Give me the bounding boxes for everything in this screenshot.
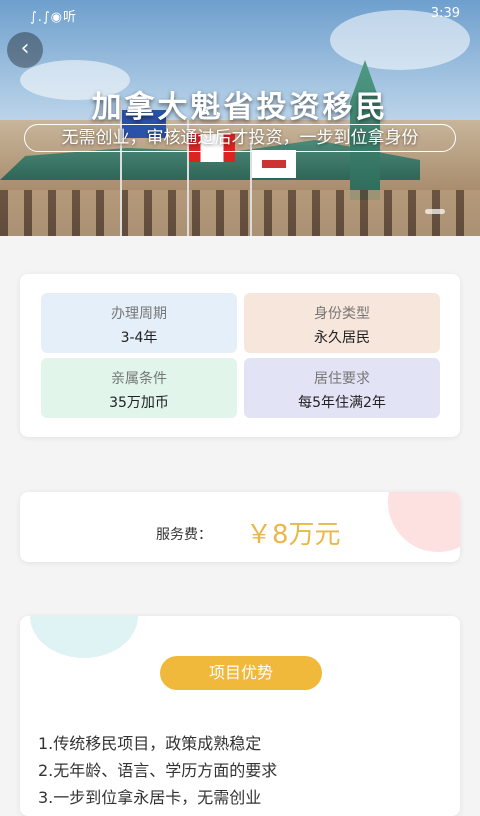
- scroll-indicator: [425, 209, 445, 214]
- list-item: 2.无年龄、语言、学历方面的要求: [38, 761, 278, 780]
- tile-residency-requirement: 居住要求 每5年住满2年: [244, 358, 440, 418]
- decorative-circle: [30, 616, 138, 658]
- back-button[interactable]: ‹: [7, 32, 43, 68]
- tile-processing-time: 办理周期 3-4年: [41, 293, 237, 353]
- advantages-card: 项目优势 1.传统移民项目，政策成熟稳定 2.无年龄、语言、学历方面的要求 3.…: [20, 616, 460, 816]
- decorative-circle: [388, 492, 460, 552]
- chevron-left-icon: ‹: [20, 36, 30, 61]
- fee-label: 服务费：: [156, 527, 212, 543]
- tile-value: 3-4年: [120, 330, 158, 346]
- list-item: 3.一步到位拿永居卡，无需创业: [38, 788, 262, 807]
- status-bar: ∫.∫◉听 3:39: [0, 0, 480, 28]
- status-time: 3:39: [430, 6, 460, 21]
- info-card: 办理周期 3-4年 身份类型 永久居民 亲属条件 35万加币 居住要求 每5年住…: [20, 274, 460, 437]
- tile-value: 35万加币: [109, 395, 169, 411]
- hero-banner: ∫.∫◉听 3:39 ‹ 加拿大魁省投资移民 无需创业，审核通过后才投资，一步到…: [0, 0, 480, 236]
- advantages-list: 1.传统移民项目，政策成熟稳定 2.无年龄、语言、学历方面的要求 3.一步到位拿…: [38, 730, 277, 811]
- hero-subtitle: 无需创业，审核通过后才投资，一步到位拿身份: [24, 124, 456, 152]
- fee-card: 服务费： ￥8万元: [20, 492, 460, 562]
- tile-label: 亲属条件: [111, 371, 167, 387]
- tile-label: 居住要求: [314, 371, 370, 387]
- montreal-flag: [252, 150, 296, 178]
- tile-label: 身份类型: [314, 306, 370, 322]
- tile-value: 永久居民: [314, 330, 370, 346]
- fee-value: ￥8万元: [246, 520, 341, 550]
- project-advantages-button[interactable]: 项目优势: [160, 656, 322, 690]
- tile-label: 办理周期: [111, 306, 167, 322]
- tile-status-type: 身份类型 永久居民: [244, 293, 440, 353]
- status-icons: ∫.∫◉听: [30, 10, 78, 25]
- list-item: 1.传统移民项目，政策成熟稳定: [38, 734, 262, 753]
- tile-family-condition: 亲属条件 35万加币: [41, 358, 237, 418]
- building-windows: [0, 190, 480, 236]
- hero-title: 加拿大魁省投资移民: [91, 90, 389, 125]
- tile-value: 每5年住满2年: [298, 395, 386, 411]
